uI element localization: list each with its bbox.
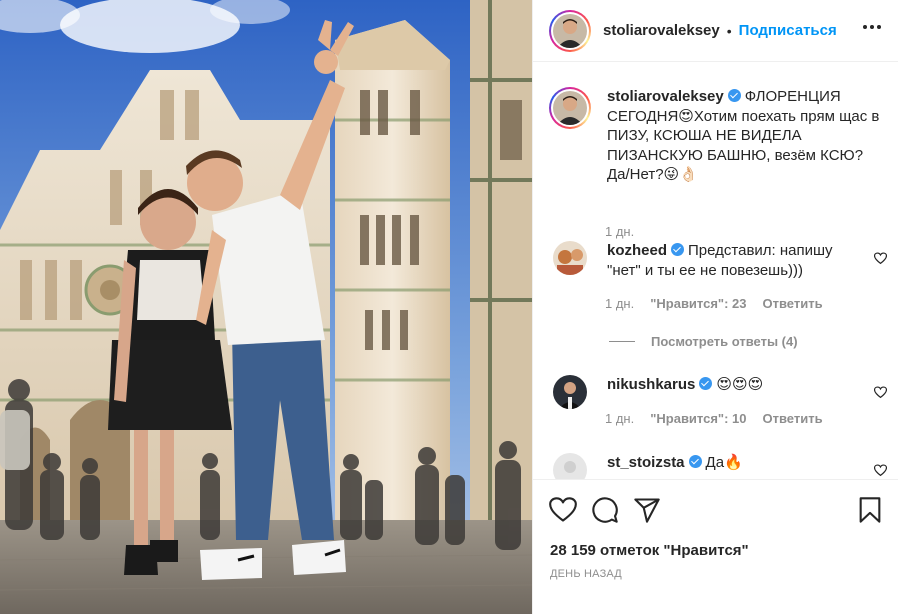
follow-button[interactable]: Подписаться <box>739 22 837 39</box>
commenter-avatar[interactable] <box>553 453 587 479</box>
comment-item: st_stoizsta Да🔥 <box>549 453 889 479</box>
post-photo-illustration <box>0 0 532 614</box>
commenter-avatar[interactable] <box>553 241 587 275</box>
post-caption: stoliarovaleksey ФЛОРЕНЦИЯ СЕГОДНЯ😍Хотим … <box>549 87 889 239</box>
comment-username[interactable]: st_stoizsta <box>607 454 685 471</box>
post-photo[interactable] <box>0 0 532 614</box>
share-icon[interactable] <box>633 496 661 524</box>
comment-text: Да🔥 <box>705 454 743 471</box>
post-timestamp[interactable]: ДЕНЬ НАЗАД <box>550 568 622 580</box>
comment-meta: 1 дн. "Нравится": 10 Ответить <box>605 411 823 426</box>
commenter-avatar[interactable] <box>553 375 587 409</box>
author-username[interactable]: stoliarovaleksey <box>603 22 720 39</box>
comments-section[interactable]: stoliarovaleksey ФЛОРЕНЦИЯ СЕГОДНЯ😍Хотим … <box>533 63 898 479</box>
comment-reply-button[interactable]: Ответить <box>763 296 823 311</box>
more-options-icon[interactable] <box>863 19 881 35</box>
author-avatar-image <box>553 13 587 48</box>
verified-badge-icon <box>671 243 685 256</box>
post-header: stoliarovaleksey • Подписаться <box>533 0 898 62</box>
post-actions-area: 28 159 отметок "Нравится" ДЕНЬ НАЗАД <box>533 479 898 614</box>
likes-count[interactable]: 28 159 отметок "Нравится" <box>550 542 749 559</box>
comment-username[interactable]: kozheed <box>607 242 667 259</box>
comment-item: nikushkarus 😍😍😍 1 дн. "Нравится": 10 Отве… <box>549 375 889 426</box>
action-icons-row <box>549 496 885 526</box>
comment-text-block: kozheed Представил: напишу "нет" и ты ее … <box>607 241 869 280</box>
comment-like-count[interactable]: "Нравится": 23 <box>650 296 746 311</box>
comment-like-heart-icon[interactable] <box>874 386 887 399</box>
comment-text-block: st_stoizsta Да🔥 <box>607 453 869 479</box>
comment-text: 😍😍😍 <box>716 376 764 393</box>
comment-reply-button[interactable]: Ответить <box>763 411 823 426</box>
verified-badge-icon <box>727 89 741 102</box>
comment-text-block: nikushkarus 😍😍😍 <box>607 375 869 409</box>
caption-username[interactable]: stoliarovaleksey <box>607 88 724 105</box>
caption-author-avatar[interactable] <box>549 87 591 129</box>
view-replies-button[interactable]: Посмотреть ответы (4) <box>609 334 798 349</box>
separator-dot: • <box>726 22 732 39</box>
caption-timestamp[interactable]: 1 дн. <box>605 224 634 239</box>
comment-meta: 1 дн. "Нравится": 23 Ответить <box>605 296 823 311</box>
comment-like-heart-icon[interactable] <box>874 464 887 477</box>
comment-item: kozheed Представил: напишу "нет" и ты ее … <box>549 241 889 311</box>
replies-divider-line <box>609 341 635 342</box>
comment-like-heart-icon[interactable] <box>874 252 887 265</box>
bookmark-icon[interactable] <box>856 496 884 524</box>
instagram-post: stoliarovaleksey • Подписаться stoliarov… <box>0 0 898 614</box>
comment-username[interactable]: nikushkarus <box>607 376 695 393</box>
comment-timestamp[interactable]: 1 дн. <box>605 411 634 426</box>
heart-icon[interactable] <box>549 496 577 524</box>
verified-badge-icon <box>699 377 713 390</box>
comment-timestamp[interactable]: 1 дн. <box>605 296 634 311</box>
comment-like-count[interactable]: "Нравится": 10 <box>650 411 746 426</box>
caption-text-block: stoliarovaleksey ФЛОРЕНЦИЯ СЕГОДНЯ😍Хотим … <box>607 87 889 185</box>
author-avatar[interactable] <box>549 9 591 52</box>
view-replies-label: Посмотреть ответы (4) <box>651 334 798 349</box>
post-side-panel: stoliarovaleksey • Подписаться stoliarov… <box>532 0 898 614</box>
verified-badge-icon <box>688 455 702 468</box>
comment-icon[interactable] <box>591 496 619 524</box>
